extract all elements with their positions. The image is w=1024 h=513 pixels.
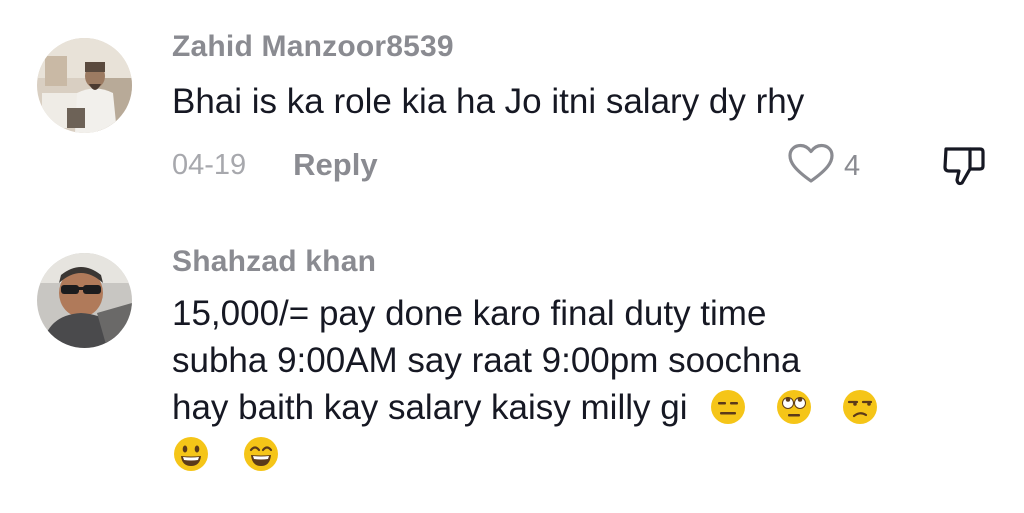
grinning-smiling-eyes-face-emoji xyxy=(242,435,280,473)
comment-username[interactable]: Zahid Manzoor8539 xyxy=(172,30,454,64)
thumbs-down-outline-icon xyxy=(940,147,988,193)
comment-text: Bhai is ka role kia ha Jo itni salary dy… xyxy=(172,82,805,121)
like-button[interactable]: 4 xyxy=(788,143,860,190)
rolling-eyes-face-emoji xyxy=(775,388,813,426)
avatar[interactable] xyxy=(37,253,132,348)
grinning-face-emoji xyxy=(172,435,210,473)
comment-text-line xyxy=(172,431,972,478)
comment-text: 15,000/= pay done karo final duty time s… xyxy=(172,290,972,478)
avatar[interactable] xyxy=(37,38,132,133)
reply-button[interactable]: Reply xyxy=(293,147,377,183)
comment-item: Zahid Manzoor8539 Bhai is ka role kia ha… xyxy=(0,0,1024,230)
comment-text-segment: hay baith kay salary kaisy milly gi xyxy=(172,388,688,427)
comment-text-line: subha 9:00AM say raat 9:00pm soochna xyxy=(172,341,801,380)
expressionless-face-emoji xyxy=(709,388,747,426)
unamused-face-emoji xyxy=(841,388,879,426)
comment-text-line: 15,000/= pay done karo final duty time xyxy=(172,294,767,333)
comment-username[interactable]: Shahzad khan xyxy=(172,245,376,279)
comment-meta: 04-19 Reply xyxy=(172,145,378,185)
heart-outline-icon xyxy=(788,143,834,190)
comment-date: 04-19 xyxy=(172,148,247,181)
comment-item: Shahzad khan 15,000/= pay done karo fina… xyxy=(0,230,1024,513)
comment-text-line: hay baith kay salary kaisy milly gi xyxy=(172,384,972,431)
dislike-button[interactable] xyxy=(940,141,988,194)
like-count: 4 xyxy=(844,150,861,182)
